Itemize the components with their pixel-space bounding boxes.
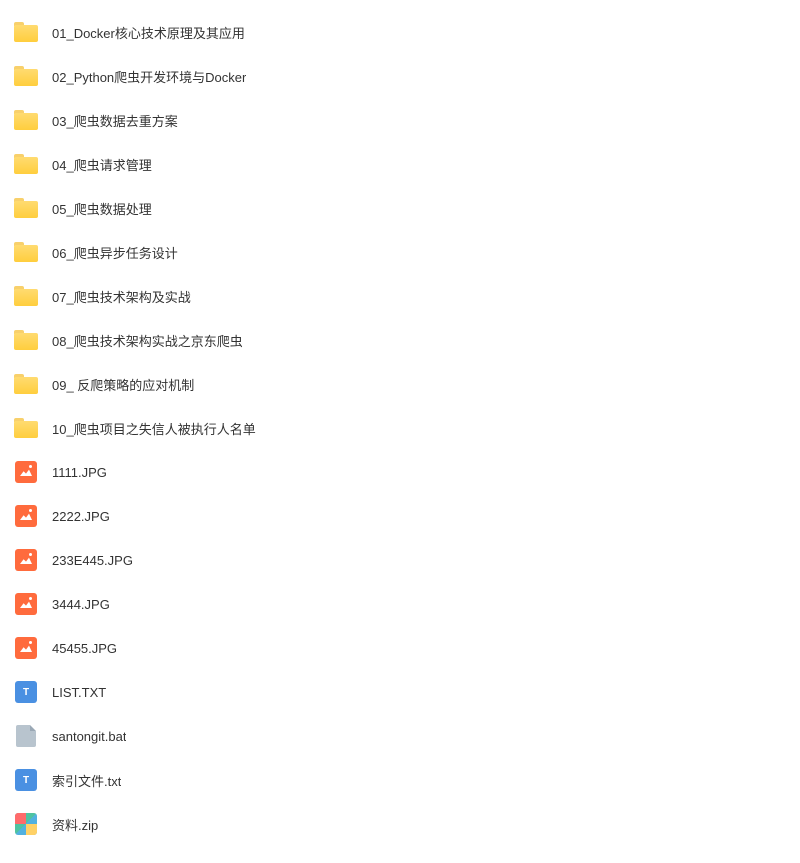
file-name-label: 3444.JPG <box>52 597 110 612</box>
text-file-icon: T <box>14 680 38 704</box>
file-item[interactable]: 06_爬虫异步任务设计 <box>0 230 800 274</box>
folder-icon <box>14 284 38 308</box>
file-name-label: 05_爬虫数据处理 <box>52 199 152 218</box>
file-item[interactable]: 09_ 反爬策略的应对机制 <box>0 362 800 406</box>
file-item[interactable]: 10_爬虫项目之失信人被执行人名单 <box>0 406 800 450</box>
file-name-label: 1111.JPG <box>52 465 107 480</box>
generic-file-icon <box>14 724 38 748</box>
file-name-label: 08_爬虫技术架构实战之京东爬虫 <box>52 331 243 350</box>
file-name-label: 资料.zip <box>52 815 98 834</box>
file-item[interactable]: 03_爬虫数据去重方案 <box>0 98 800 142</box>
folder-icon <box>14 152 38 176</box>
file-name-label: 10_爬虫项目之失信人被执行人名单 <box>52 419 256 438</box>
folder-icon <box>14 372 38 396</box>
text-file-icon: T <box>14 768 38 792</box>
file-item[interactable]: T 索引文件.txt <box>0 758 800 802</box>
file-item[interactable]: 1111.JPG <box>0 450 800 494</box>
folder-icon <box>14 328 38 352</box>
file-item[interactable]: 01_Docker核心技术原理及其应用 <box>0 10 800 54</box>
file-name-label: LIST.TXT <box>52 685 106 700</box>
file-item[interactable]: 2222.JPG <box>0 494 800 538</box>
file-name-label: santongit.bat <box>52 729 126 744</box>
file-name-label: 03_爬虫数据去重方案 <box>52 111 178 130</box>
file-item[interactable]: 资料.zip <box>0 802 800 846</box>
file-name-label: 233E445.JPG <box>52 553 133 568</box>
file-name-label: 01_Docker核心技术原理及其应用 <box>52 23 245 42</box>
image-icon <box>14 592 38 616</box>
file-name-label: 07_爬虫技术架构及实战 <box>52 287 191 306</box>
file-item[interactable]: 04_爬虫请求管理 <box>0 142 800 186</box>
image-icon <box>14 548 38 572</box>
file-name-label: 09_ 反爬策略的应对机制 <box>52 375 194 394</box>
file-item[interactable]: 07_爬虫技术架构及实战 <box>0 274 800 318</box>
file-name-label: 索引文件.txt <box>52 771 121 790</box>
folder-icon <box>14 108 38 132</box>
file-name-label: 04_爬虫请求管理 <box>52 155 152 174</box>
image-icon <box>14 460 38 484</box>
folder-icon <box>14 416 38 440</box>
image-icon <box>14 636 38 660</box>
file-name-label: 2222.JPG <box>52 509 110 524</box>
file-item[interactable]: 05_爬虫数据处理 <box>0 186 800 230</box>
file-item[interactable]: 233E445.JPG <box>0 538 800 582</box>
folder-icon <box>14 240 38 264</box>
folder-icon <box>14 196 38 220</box>
file-item[interactable]: T LIST.TXT <box>0 670 800 714</box>
file-item[interactable]: 08_爬虫技术架构实战之京东爬虫 <box>0 318 800 362</box>
file-item[interactable]: 02_Python爬虫开发环境与Docker <box>0 54 800 98</box>
folder-icon <box>14 20 38 44</box>
file-name-label: 02_Python爬虫开发环境与Docker <box>52 67 246 86</box>
archive-icon <box>14 812 38 836</box>
file-name-label: 06_爬虫异步任务设计 <box>52 243 178 262</box>
file-item[interactable]: 45455.JPG <box>0 626 800 670</box>
file-item[interactable]: 3444.JPG <box>0 582 800 626</box>
file-list: 01_Docker核心技术原理及其应用 02_Python爬虫开发环境与Docke… <box>0 10 800 846</box>
image-icon <box>14 504 38 528</box>
file-name-label: 45455.JPG <box>52 641 117 656</box>
folder-icon <box>14 64 38 88</box>
file-item[interactable]: santongit.bat <box>0 714 800 758</box>
